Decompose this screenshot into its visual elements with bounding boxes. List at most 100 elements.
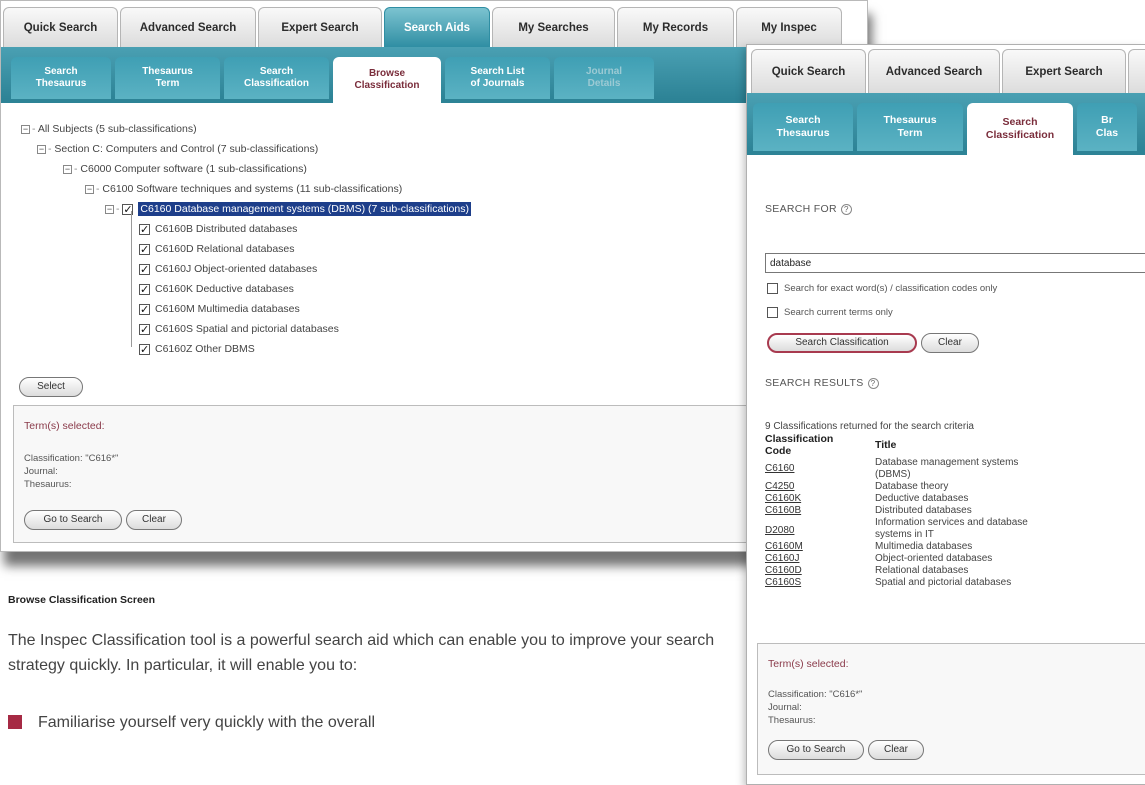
tab-expert-search[interactable]: Expert Search bbox=[258, 7, 382, 47]
classification-code-link[interactable]: C6160J bbox=[765, 553, 875, 565]
classification-title: Relational databases bbox=[875, 565, 969, 576]
subtab-line: Term bbox=[897, 127, 923, 139]
collapse-icon[interactable]: − bbox=[63, 164, 72, 174]
checkbox-checked[interactable]: ✓ bbox=[139, 283, 150, 295]
select-button[interactable]: Select bbox=[19, 377, 83, 397]
tree-leaf-label[interactable]: C6160D Relational databases bbox=[155, 243, 295, 255]
subtab-search-classification[interactable]: Search Classification bbox=[967, 103, 1073, 155]
go-to-search-button[interactable]: Go to Search bbox=[24, 510, 122, 530]
tree-leaf[interactable]: ✓ C6160Z Other DBMS bbox=[21, 339, 471, 359]
tree-node-label[interactable]: Section C: Computers and Control (7 sub-… bbox=[54, 143, 318, 155]
tree-leaf[interactable]: ✓ C6160K Deductive databases bbox=[21, 279, 471, 299]
tab-my-searches[interactable]: My Searches bbox=[492, 7, 615, 47]
subtab-line: Thesaurus bbox=[776, 127, 830, 139]
current-terms-checkbox[interactable] bbox=[767, 307, 778, 318]
tree-leaf-label[interactable]: C6160M Multimedia databases bbox=[155, 303, 300, 315]
classification-title: Multimedia databases bbox=[875, 541, 973, 552]
classification-code-link[interactable]: C6160S bbox=[765, 577, 875, 589]
tree-node-label[interactable]: C6100 Software techniques and systems (1… bbox=[102, 183, 402, 195]
checkbox-checked[interactable]: ✓ bbox=[139, 343, 150, 355]
tree-leaf-label[interactable]: C6160Z Other DBMS bbox=[155, 343, 255, 355]
subtab-thesaurus-term[interactable]: Thesaurus Term bbox=[857, 103, 963, 151]
checkbox-checked[interactable]: ✓ bbox=[139, 323, 150, 335]
clear-button[interactable]: Clear bbox=[868, 740, 924, 760]
tab-my-inspec[interactable]: My Inspec bbox=[736, 7, 842, 47]
classification-code-link[interactable]: C6160B bbox=[765, 505, 875, 517]
exact-match-checkbox[interactable] bbox=[767, 283, 778, 294]
tree-leaf-label[interactable]: C6160S Spatial and pictorial databases bbox=[155, 323, 339, 335]
classification-code-link[interactable]: C4250 bbox=[765, 481, 875, 493]
classification-code-link[interactable]: D2080 bbox=[765, 517, 875, 541]
collapse-icon[interactable]: − bbox=[105, 204, 114, 214]
subtab-line: Thesaurus bbox=[883, 114, 937, 126]
tab-quick-search[interactable]: Quick Search bbox=[751, 49, 866, 93]
tree-node[interactable]: − - All Subjects (5 sub-classifications) bbox=[21, 119, 471, 139]
tree-leaf[interactable]: ✓ C6160S Spatial and pictorial databases bbox=[21, 319, 471, 339]
subtab-thesaurus-term[interactable]: Thesaurus Term bbox=[115, 57, 220, 99]
subtab-browse-classification[interactable]: Br Clas bbox=[1077, 103, 1137, 151]
search-for-text: SEARCH FOR bbox=[765, 203, 837, 215]
table-row: C6160 Database management systems (DBMS) bbox=[765, 457, 1045, 481]
clear-button[interactable]: Clear bbox=[921, 333, 979, 353]
clear-button[interactable]: Clear bbox=[126, 510, 182, 530]
tree-node-selected[interactable]: − - ✓ C6160 Database management systems (D… bbox=[21, 199, 471, 219]
tab-search-aids[interactable]: Search Aids bbox=[384, 7, 490, 47]
checkbox-checked[interactable]: ✓ bbox=[139, 263, 150, 275]
tree-node[interactable]: − - C6000 Computer software (1 sub-classi… bbox=[21, 159, 471, 179]
subtab-line: Search bbox=[1002, 116, 1038, 128]
tab-advanced-search[interactable]: Advanced Search bbox=[120, 7, 256, 47]
tab-partial[interactable] bbox=[1128, 49, 1145, 93]
subtab-search-thesaurus[interactable]: Search Thesaurus bbox=[11, 57, 111, 99]
tab-advanced-search[interactable]: Advanced Search bbox=[868, 49, 1000, 93]
tree-node-label[interactable]: C6160 Database management systems (DBMS)… bbox=[138, 202, 471, 216]
terms-classification: Classification: "C616*" bbox=[24, 453, 119, 464]
tree-node-label[interactable]: C6000 Computer software (1 sub-classific… bbox=[80, 163, 306, 175]
subtab-search-list-of-journals[interactable]: Search List of Journals bbox=[445, 57, 550, 99]
help-icon[interactable]: ? bbox=[867, 377, 879, 389]
collapse-icon[interactable]: − bbox=[21, 124, 30, 134]
classification-title: Database management systems (DBMS) bbox=[875, 457, 1019, 480]
collapse-icon[interactable]: − bbox=[37, 144, 46, 154]
tree-leaf[interactable]: ✓ C6160M Multimedia databases bbox=[21, 299, 471, 319]
classification-title: Deductive databases bbox=[875, 493, 969, 504]
go-to-search-button[interactable]: Go to Search bbox=[768, 740, 864, 760]
classification-code-link[interactable]: C6160D bbox=[765, 565, 875, 577]
exact-match-label: Search for exact word(s) / classificatio… bbox=[784, 283, 998, 294]
tab-expert-search[interactable]: Expert Search bbox=[1002, 49, 1126, 93]
tab-quick-search[interactable]: Quick Search bbox=[3, 7, 118, 47]
sub-tab-bar: Search Thesaurus Thesaurus Term Search Clas… bbox=[1, 47, 867, 103]
collapse-icon[interactable]: − bbox=[85, 184, 94, 194]
tree-leaf[interactable]: ✓ C6160J Object-oriented databases bbox=[21, 259, 471, 279]
checkbox-checked[interactable]: ✓ bbox=[139, 303, 150, 315]
subtab-browse-classification[interactable]: Browse Classification bbox=[333, 57, 441, 103]
tree-node-label[interactable]: All Subjects (5 sub-classifications) bbox=[38, 123, 197, 135]
exact-match-option[interactable]: Search for exact word(s) / classificatio… bbox=[767, 283, 997, 294]
classification-code-link[interactable]: C6160M bbox=[765, 541, 875, 553]
tree-leaf-label[interactable]: C6160J Object-oriented databases bbox=[155, 263, 317, 275]
intro-paragraph: The Inspec Classification tool is a powe… bbox=[8, 632, 715, 674]
tree-leaf-label[interactable]: C6160K Deductive databases bbox=[155, 283, 294, 295]
table-row: C6160S Spatial and pictorial databases bbox=[765, 577, 1045, 589]
help-icon[interactable]: ? bbox=[840, 203, 852, 215]
classification-code-link[interactable]: C6160K bbox=[765, 493, 875, 505]
tree-node[interactable]: − - Section C: Computers and Control (7 s… bbox=[21, 139, 471, 159]
subtab-line: Search bbox=[259, 66, 294, 77]
checkbox-checked[interactable]: ✓ bbox=[139, 243, 150, 255]
tab-my-records[interactable]: My Records bbox=[617, 7, 734, 47]
subtab-search-thesaurus[interactable]: Search Thesaurus bbox=[753, 103, 853, 151]
tree-leaf-label[interactable]: C6160B Distributed databases bbox=[155, 223, 297, 235]
search-input[interactable] bbox=[765, 253, 1145, 273]
current-terms-label: Search current terms only bbox=[784, 307, 893, 318]
subtab-line: Browse bbox=[368, 68, 406, 79]
tree-leaf[interactable]: ✓ C6160B Distributed databases bbox=[21, 219, 471, 239]
current-terms-option[interactable]: Search current terms only bbox=[767, 307, 893, 318]
tree-node[interactable]: − - C6100 Software techniques and systems… bbox=[21, 179, 471, 199]
search-classification-button[interactable]: Search Classification bbox=[767, 333, 917, 353]
checkbox-checked[interactable]: ✓ bbox=[139, 223, 150, 235]
subtab-line: Classification bbox=[985, 129, 1055, 141]
subtab-line: Details bbox=[587, 78, 621, 89]
tree-leaf[interactable]: ✓ C6160D Relational databases bbox=[21, 239, 471, 259]
table-row: C6160K Deductive databases bbox=[765, 493, 1045, 505]
classification-code-link[interactable]: C6160 bbox=[765, 457, 875, 481]
subtab-search-classification[interactable]: Search Classification bbox=[224, 57, 329, 99]
